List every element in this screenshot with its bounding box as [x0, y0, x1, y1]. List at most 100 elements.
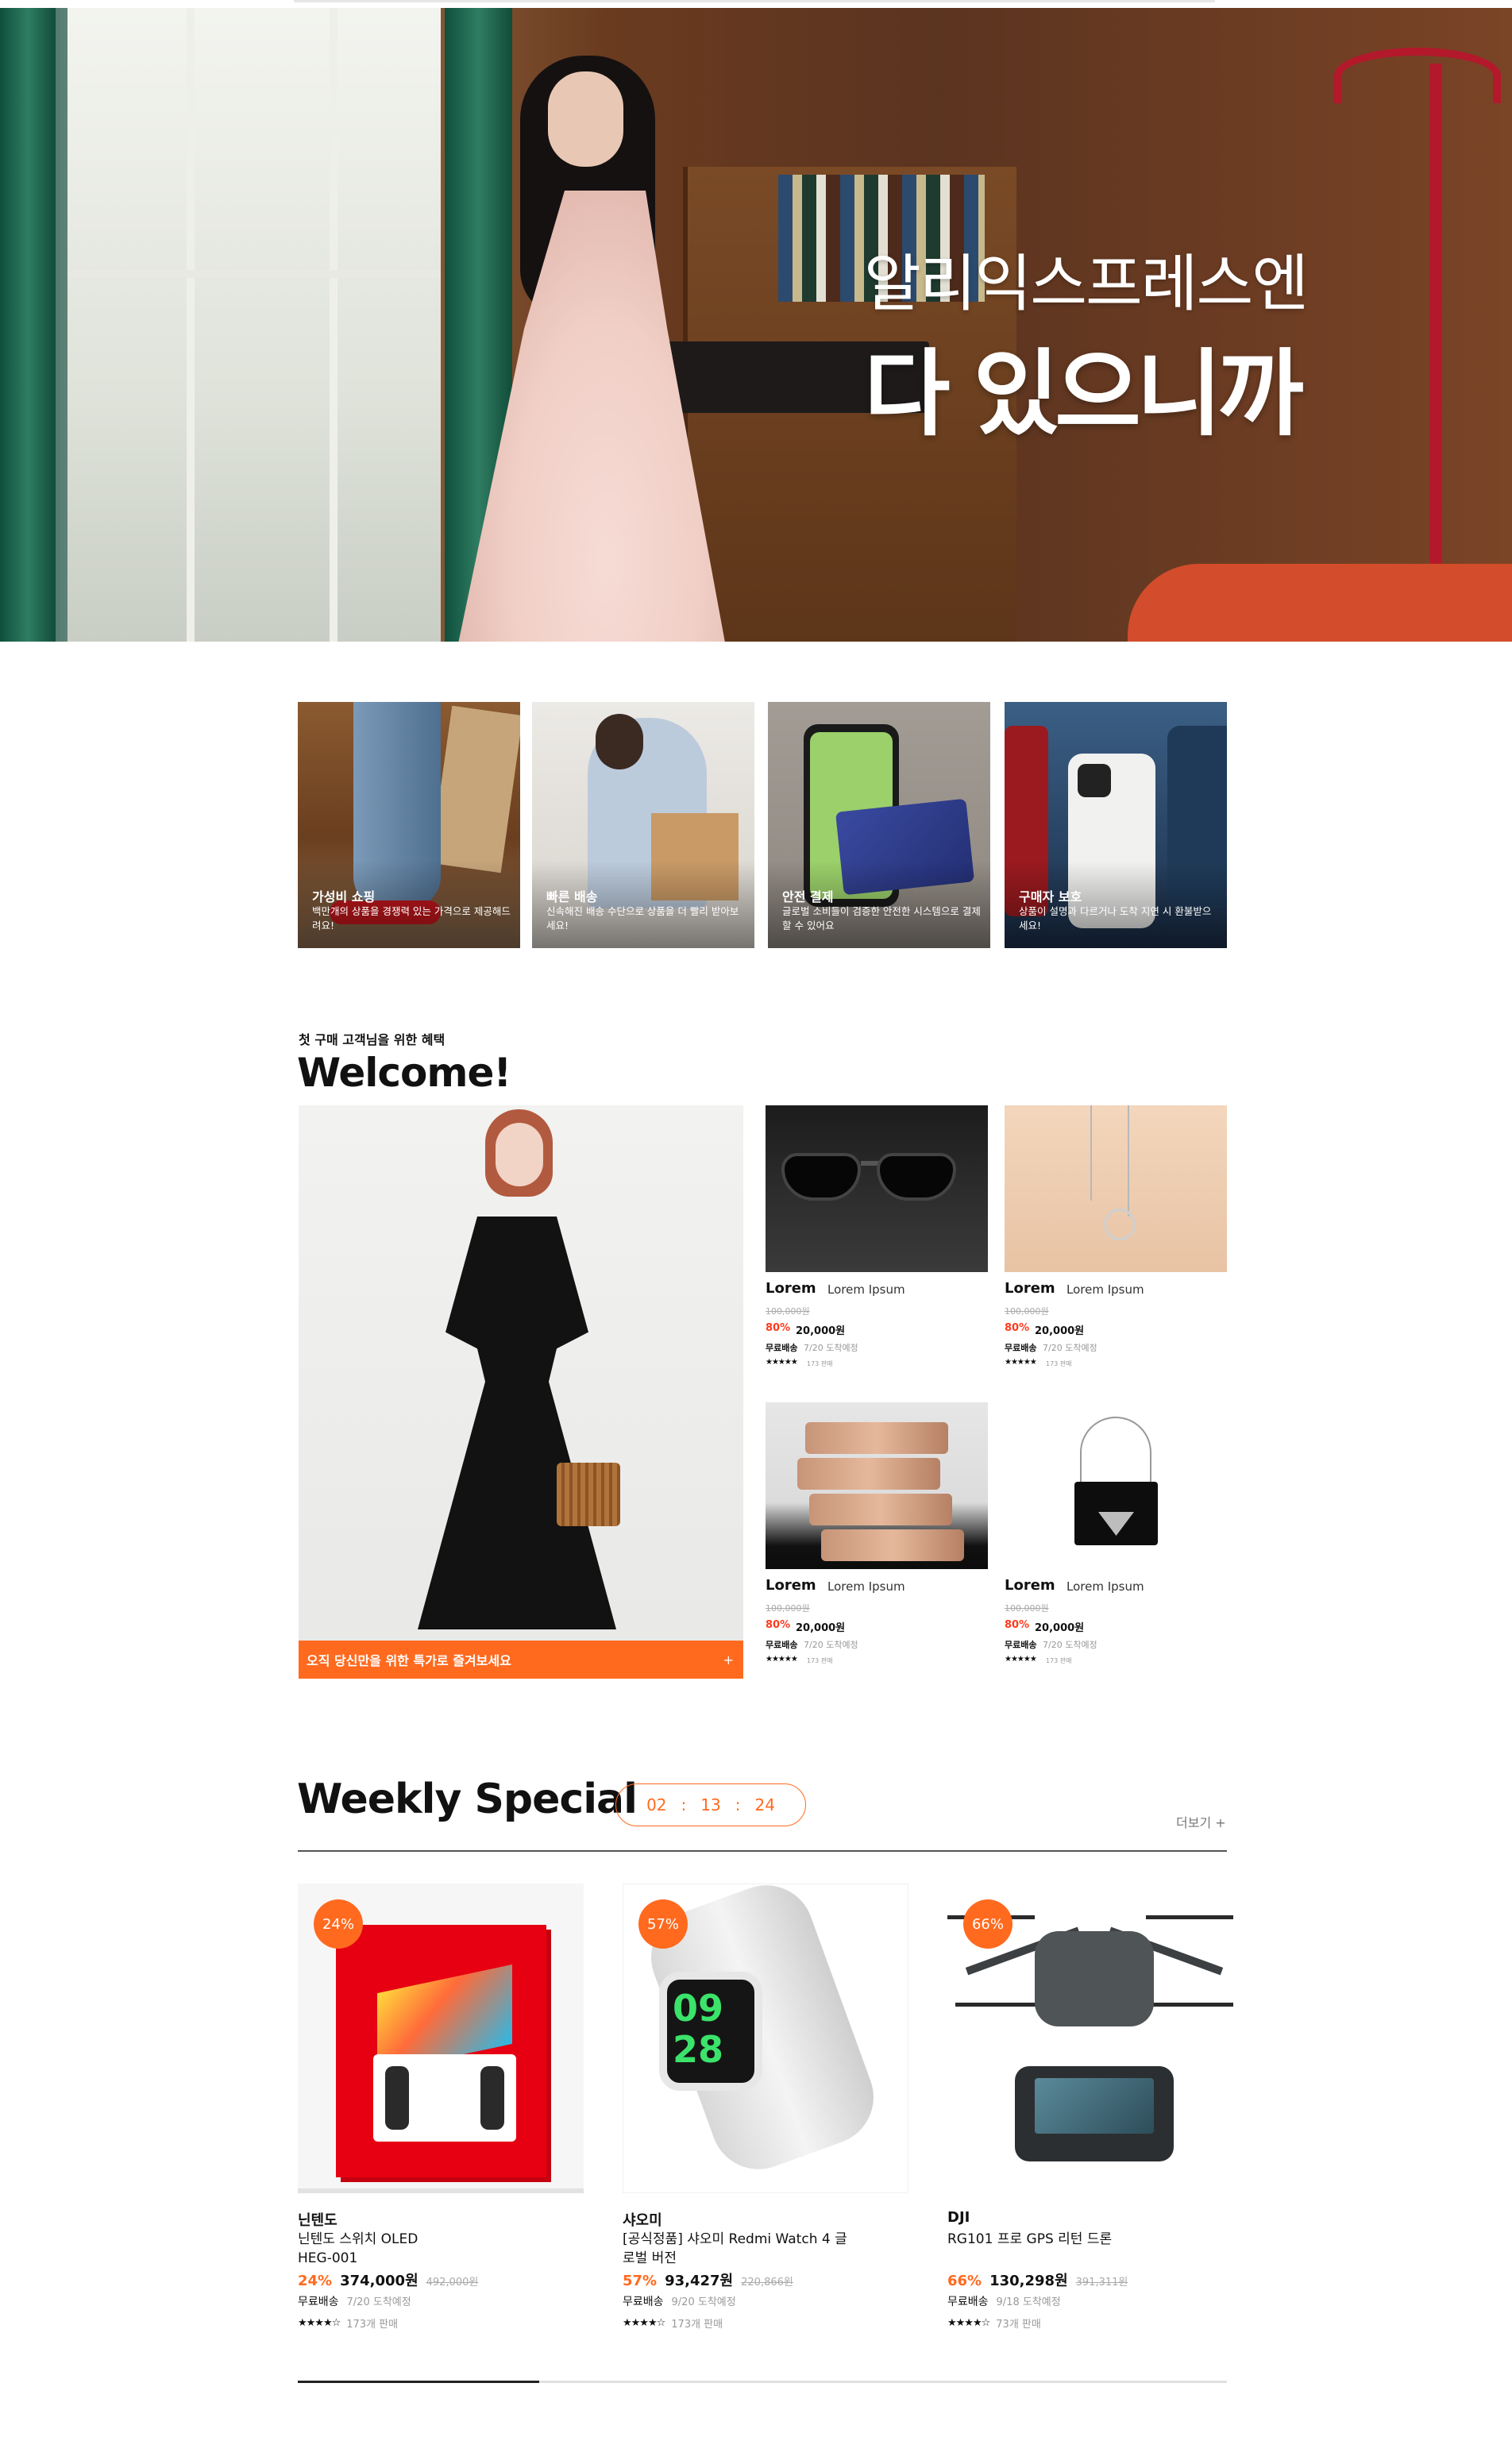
- section-divider: [298, 1850, 1227, 1852]
- bottle-shape: [809, 1494, 952, 1525]
- bottle-shape: [821, 1529, 964, 1561]
- rating-stars: ★★★★★: [766, 1655, 798, 1664]
- countdown-timer: 02 : 13 : 24: [615, 1783, 806, 1826]
- product-name[interactable]: Lorem Ipsum: [1066, 1579, 1144, 1594]
- propeller-shape: [1146, 1915, 1233, 1919]
- sale-price: 374,000원: [340, 2273, 418, 2289]
- sale-price: 20,000원: [1035, 1325, 1085, 1337]
- delivery-eta: 9/18 도착예정: [996, 2296, 1061, 2308]
- product-image-sunglasses[interactable]: [766, 1105, 988, 1272]
- sold-count: 173개 판매: [671, 2319, 723, 2331]
- sale-price: 20,000원: [796, 1325, 846, 1337]
- welcome-feature-banner[interactable]: 오직 당신만을 위한 특가로 즐겨보세요 +: [299, 1105, 743, 1679]
- discount-rate: 80%: [766, 1322, 791, 1334]
- rating-stars: ★★★★★: [1005, 1655, 1037, 1664]
- window-frame: [330, 8, 338, 642]
- welcome-title: Welcome!: [297, 1050, 511, 1096]
- original-price: 100,000원: [1005, 1306, 1049, 1317]
- weekly-product-card[interactable]: 66% DJI RG101 프로 GPS 리턴 드론 66% 130,298원 …: [947, 1884, 1241, 2331]
- chain-shape: [1128, 1105, 1129, 1217]
- feature-card-value-shopping[interactable]: 가성비 쇼핑 백만개의 상품을 경쟁력 있는 가격으로 제공해드려요!: [298, 702, 520, 948]
- rating-stars: ★★★★☆: [298, 2317, 341, 2329]
- welcome-product-card[interactable]: Lorem Lorem Ipsum 100,000원 80% 20,000원 무…: [766, 1402, 988, 1696]
- camera-module: [1078, 764, 1111, 797]
- timer-separator: :: [681, 1795, 687, 1814]
- original-price: 100,000원: [766, 1603, 810, 1614]
- product-image-foundation[interactable]: [766, 1402, 988, 1569]
- feature-desc: 백만개의 상품을 경쟁력 있는 가격으로 제공해드려요!: [312, 905, 511, 931]
- delivery-eta: 7/20 도착예정: [346, 2296, 411, 2308]
- shipping-label: 무료배송: [947, 2296, 989, 2308]
- product-name[interactable]: Lorem Ipsum: [827, 1282, 905, 1297]
- bottle-shape: [797, 1458, 940, 1490]
- welcome-product-card[interactable]: Lorem Lorem Ipsum 100,000원 80% 20,000원 무…: [766, 1105, 988, 1399]
- feature-desc: 글로벌 소비들이 검증한 안전한 시스템으로 결제할 수 있어요: [782, 905, 981, 931]
- rating-stars: ★★★★☆: [623, 2317, 665, 2329]
- rattan-bag-image: [557, 1463, 620, 1526]
- original-price: 220,866원: [741, 2277, 793, 2289]
- chain-shape: [1090, 1105, 1092, 1201]
- discount-rate: 24%: [298, 2273, 333, 2289]
- top-strip: [0, 0, 1512, 8]
- sold-count: 173 판매: [1046, 1657, 1072, 1664]
- controller-screen: [1035, 2078, 1154, 2134]
- cta-label: 오직 당신만을 위한 특가로 즐겨보세요: [307, 1653, 511, 1668]
- welcome-product-card[interactable]: Lorem Lorem Ipsum 100,000원 80% 20,000원 무…: [1005, 1402, 1227, 1696]
- window-frame: [187, 8, 195, 642]
- coatstand-pole: [1429, 64, 1442, 619]
- weekly-product-card[interactable]: 09 28 57% 샤오미 [공식정품] 샤오미 Redmi Watch 4 글로…: [623, 1884, 916, 2331]
- weekly-product-card[interactable]: 24% 닌텐도 닌텐도 스위치 OLED HEG-001 24% 374,000…: [298, 1884, 592, 2331]
- shipping-label: 무료배송: [1005, 1343, 1037, 1353]
- product-image-handbag[interactable]: [1005, 1402, 1227, 1569]
- product-brand: 닌텐도: [298, 2212, 338, 2229]
- propeller-shape: [1146, 2003, 1233, 2007]
- timer-minutes: 13: [700, 1795, 721, 1814]
- discount-badge: 57%: [638, 1899, 688, 1949]
- feature-desc: 상품이 설명과 다르거나 도착 지연 시 환불받으세요!: [1019, 905, 1212, 931]
- feature-card-safe-payment[interactable]: 안전 결제 글로벌 소비들이 검증한 안전한 시스템으로 결제할 수 있어요: [768, 702, 990, 948]
- product-brand: Lorem: [1005, 1280, 1055, 1297]
- discount-rate: 80%: [766, 1619, 791, 1631]
- price-line: 66% 130,298원 391,311원: [947, 2269, 1128, 2290]
- discount-rate: 80%: [1005, 1619, 1030, 1631]
- rating-stars: ★★★★★: [1005, 1358, 1037, 1367]
- timer-separator: :: [735, 1795, 741, 1814]
- carousel-progress[interactable]: [298, 2381, 1227, 2383]
- feature-card-buyer-protection[interactable]: 구매자 보호 상품이 설명과 다르거나 도착 지연 시 환불받으세요!: [1005, 702, 1227, 948]
- top-divider: [294, 0, 1215, 2]
- product-name[interactable]: Lorem Ipsum: [827, 1579, 905, 1594]
- welcome-cta-button[interactable]: 오직 당신만을 위한 특가로 즐겨보세요 +: [299, 1641, 743, 1679]
- discount-badge: 66%: [963, 1899, 1012, 1949]
- product-name[interactable]: Lorem Ipsum: [1066, 1282, 1144, 1297]
- window-bar: [68, 270, 441, 278]
- feature-card-fast-delivery[interactable]: 빠른 배송 신속해진 배송 수단으로 상품을 더 빨리 받아보세요!: [532, 702, 754, 948]
- discount-badge: 24%: [314, 1899, 363, 1949]
- more-link[interactable]: 더보기 +: [1176, 1812, 1226, 1831]
- feature-title: 안전 결제: [782, 889, 834, 904]
- welcome-product-card[interactable]: Lorem Lorem Ipsum 100,000원 80% 20,000원 무…: [1005, 1105, 1227, 1399]
- feature-title: 구매자 보호: [1019, 889, 1082, 904]
- sale-price: 130,298원: [989, 2273, 1068, 2289]
- price-line: 24% 374,000원 492,000원: [298, 2269, 478, 2290]
- product-name[interactable]: [공식정품] 샤오미 Redmi Watch 4 글로벌 버전: [623, 2230, 853, 2268]
- weekly-title: Weekly Special: [297, 1776, 638, 1823]
- sold-count: 173 판매: [807, 1657, 833, 1664]
- plus-icon: +: [723, 1652, 734, 1668]
- propeller-shape: [955, 2003, 1043, 2007]
- sold-count: 173 판매: [1046, 1360, 1072, 1367]
- product-name[interactable]: 닌텐도 스위치 OLED HEG-001: [298, 2230, 433, 2268]
- sale-price: 93,427원: [665, 2273, 734, 2289]
- hero-banner[interactable]: 알리익스프레스엔 다 있으니까: [0, 8, 1512, 642]
- product-brand: 샤오미: [623, 2212, 662, 2229]
- joycon-shape: [385, 2066, 409, 2130]
- sale-price: 20,000원: [796, 1622, 846, 1634]
- product-name[interactable]: RG101 프로 GPS 리턴 드론: [947, 2230, 1233, 2249]
- rating-stars: ★★★★☆: [947, 2317, 990, 2329]
- timer-hours: 02: [646, 1795, 667, 1814]
- product-image-necklace[interactable]: [1005, 1105, 1227, 1272]
- product-brand: Lorem: [766, 1577, 816, 1594]
- shipping-label: 무료배송: [623, 2296, 664, 2308]
- feature-desc: 신속해진 배송 수단으로 상품을 더 빨리 받아보세요!: [546, 905, 739, 931]
- delivery-eta: 7/20 도착예정: [1043, 1640, 1097, 1650]
- welcome-subtitle: 첫 구매 고객님을 위한 혜택: [299, 1032, 446, 1047]
